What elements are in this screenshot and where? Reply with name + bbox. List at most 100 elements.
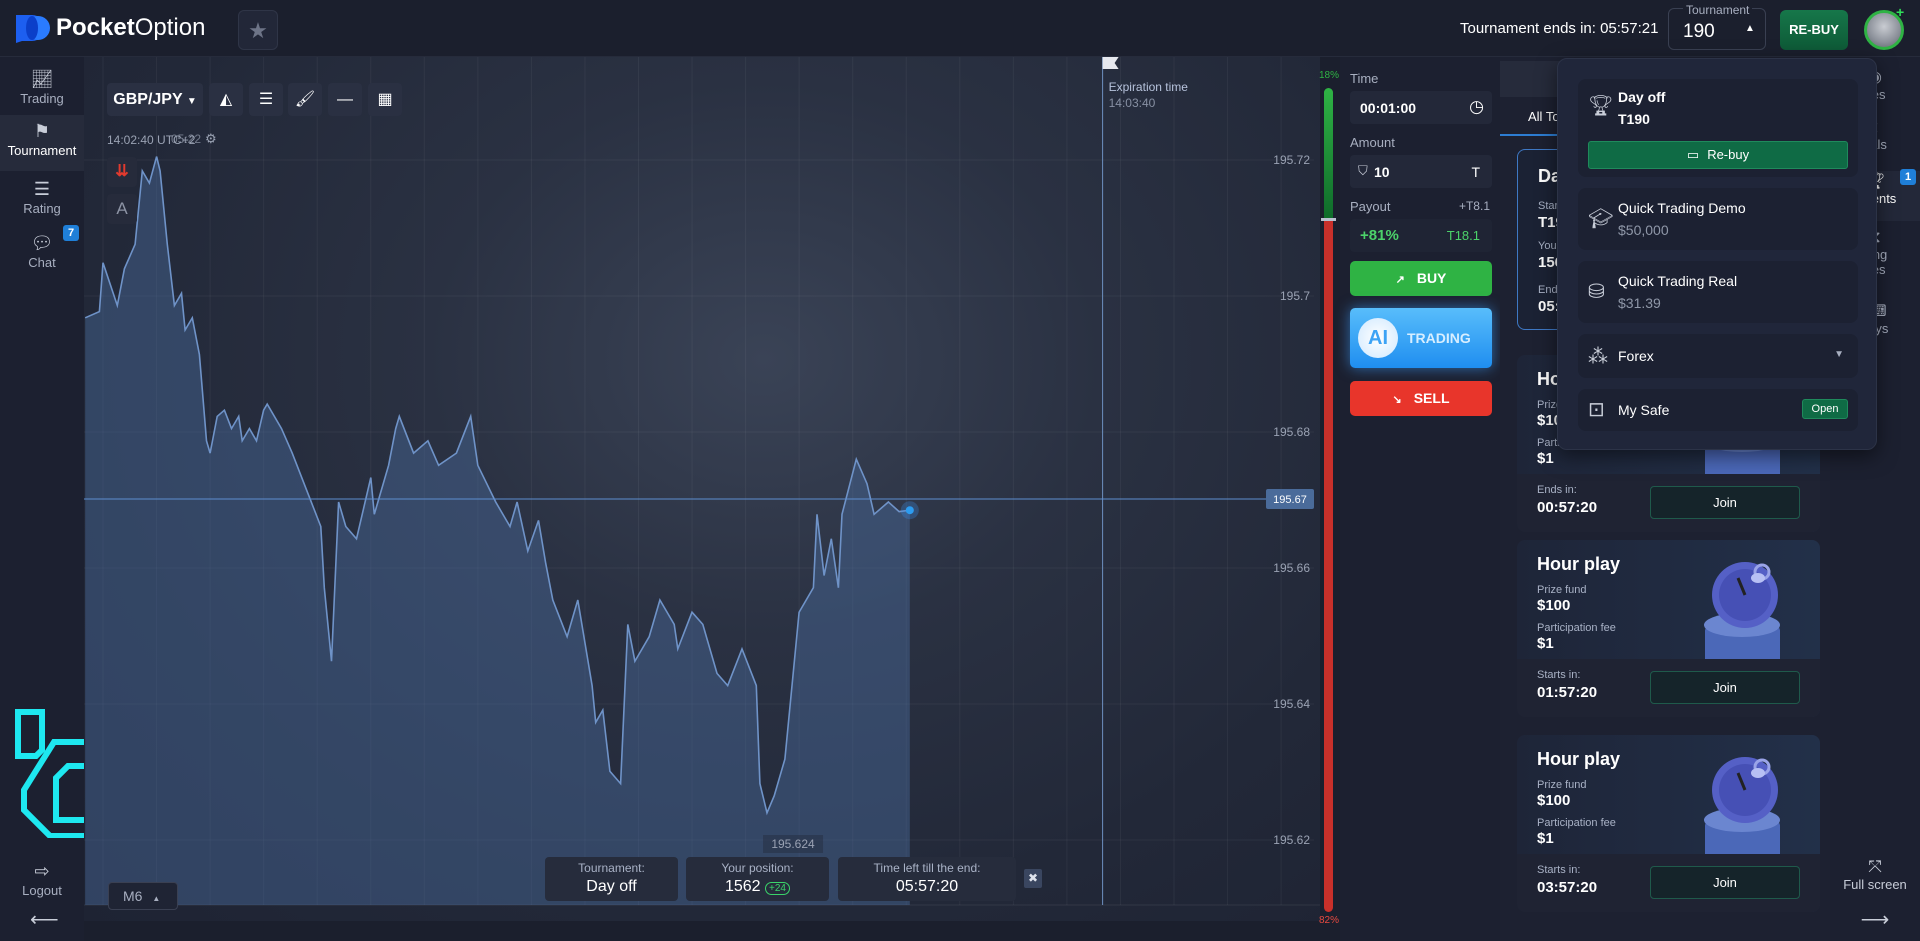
timeframe-label: M6 [123,888,143,904]
join-button[interactable]: Join [1650,866,1800,899]
layout-button[interactable]: ▦ [368,83,402,116]
ai-label: TRADING [1407,330,1471,346]
card-label: Prize fund [1537,779,1587,791]
chart-type-button[interactable]: ◭ [209,83,243,116]
chat-badge: 7 [63,225,79,241]
open-safe-button[interactable]: Open [1802,399,1848,419]
expiration-time: 14:03:40 [1109,96,1156,110]
trade-panel: Time 00:01:00 ◷ Amount ⛉ 10 T Payout +T8.1 … [1340,57,1500,941]
tab-all-tournaments[interactable]: All To [1528,109,1560,124]
indicators-button[interactable]: ☰ [249,83,283,116]
tournament-card[interactable]: Hour play Prize fund $100 Participation … [1517,735,1820,912]
card-value: 01:57:20 [1537,684,1598,701]
account-balance: $31.39 [1618,295,1661,311]
info-value: 05:57:20 [895,878,959,895]
auto-scale-button[interactable]: A [107,194,137,224]
time-value: 00:01:00 [1360,100,1417,116]
account-forex[interactable]: ⁂ Forex ▼ [1578,334,1858,378]
sidebar-item-label: Rating [23,201,61,216]
rebuy-button[interactable]: RE-BUY [1780,10,1848,50]
account-safe[interactable]: ⊡ My Safe Open [1578,389,1858,431]
sell-button[interactable]: ↘ SELL [1350,381,1492,416]
tournaments-badge: 1 [1900,169,1916,185]
sentiment-up-label: 18% [1319,70,1340,81]
logout-button[interactable]: ⇨ Logout [0,855,84,909]
sidebar-item-trading[interactable]: 📈︎ Trading [0,63,84,117]
sell-label: SELL [1413,390,1450,406]
fullscreen-label: Full screen [1843,877,1907,892]
account-dropdown: 🏆︎ Day off T190 ▭ Re-buy 🎓︎ Quick Trading… [1557,58,1877,450]
card-value: $1 [1537,830,1554,847]
card-value: $100 [1537,792,1571,809]
sentiment-bar-down [1324,218,1333,912]
wallet-icon: ▭ [1686,147,1700,162]
card-footer: Starts in: 03:57:20 Join [1517,854,1820,912]
pocketoption-logo[interactable]: Pocket Option [14,12,205,44]
account-demo[interactable]: 🎓︎ Quick Trading Demo $50,000 [1578,188,1858,250]
tournament-selector-value: 190 [1683,21,1715,42]
low-price-label: 195.624 [771,837,815,851]
close-info-button[interactable]: ✖ [1024,869,1042,888]
asset-selector[interactable]: GBP/JPY ▼ [107,83,203,116]
account-tournament[interactable]: 🏆︎ Day off T190 ▭ Re-buy [1578,79,1858,177]
sentiment-bar-up [1324,88,1333,219]
account-name: My Safe [1618,402,1670,418]
collapse-right-arrow-icon[interactable]: ⟶ [1830,907,1920,932]
checkered-flag-icon: ⚑ [33,121,51,141]
stopwatch-illustration [1704,757,1780,870]
card-value: $100 [1537,597,1571,614]
time-input[interactable]: 00:01:00 ◷ [1350,91,1492,124]
card-label: You [1538,240,1557,252]
sidebar-item-tournament[interactable]: ⚑ Tournament [0,115,84,171]
drawing-button[interactable]: 🖌︎ [288,83,322,116]
y-tick-label: 195.72 [1273,153,1310,167]
payout-percent: +81% [1360,227,1399,244]
account-name: Day off [1618,89,1666,105]
tournament-selector[interactable]: Tournament 190 ▲ [1668,3,1766,50]
graduation-cap-icon: 🎓︎ [1588,208,1614,230]
tournament-card[interactable]: Hour play Prize fund $100 Participation … [1517,540,1820,717]
card-value: $1 [1537,635,1554,652]
price-area [85,156,910,906]
sidebar-item-label: Tournament [7,143,77,158]
timeframe-selector[interactable]: M6 ▲ [108,882,178,910]
caret-up-icon: ▲ [152,894,161,903]
network-icon: ⁂ [1588,346,1608,368]
card-label: Starts in: [1537,669,1581,681]
account-real[interactable]: ⛁ Quick Trading Real $31.39 [1578,261,1858,323]
buy-button[interactable]: ↗ BUY [1350,261,1492,296]
amount-currency[interactable]: T [1471,164,1480,180]
card-label: Participation fee [1537,817,1616,829]
sidebar-item-chat[interactable]: 💬︎ Chat 7 [0,225,84,281]
amount-input[interactable]: ⛉ 10 T [1350,155,1492,188]
settings-gear-icon[interactable]: ⚙ [205,131,217,147]
time-left-info: Time left till the end: 05:57:20 [838,857,1016,901]
top-bar: Pocket Option ★ Tournament ends in: 05:57… [0,0,1920,57]
payout-value: T18.1 [1446,228,1480,243]
join-button[interactable]: Join [1650,671,1800,704]
ai-trading-button[interactable]: AI TRADING [1350,308,1492,368]
dash-icon: — [337,91,353,108]
join-button[interactable]: Join [1650,486,1800,519]
card-value: 00:57:20 [1537,499,1598,516]
fullscreen-button[interactable]: ⤧ Full screen [1830,857,1920,892]
sidebar-item-rating[interactable]: ☰ Rating [0,173,84,227]
favorite-button[interactable]: ★ [238,10,278,50]
chart-canvas[interactable]: 13:59 13:59:15 13:59:30 13:59:45 14:00 14:00:… [84,57,1320,921]
brand-bold: Pocket [56,14,135,41]
info-value: Day off [586,878,637,895]
account-name: Quick Trading Demo [1618,200,1746,216]
current-price-label: 195.67 [1273,494,1307,506]
price-chart[interactable]: 13:59 13:59:15 13:59:30 13:59:45 14:00 14:00:… [84,57,1320,921]
plus-icon: + [1896,4,1905,20]
collapse-left-arrow-icon[interactable]: ⟵ [30,907,59,932]
current-point [905,506,914,515]
y-tick-label: 195.66 [1273,561,1310,575]
clock-icon[interactable]: ◷ [1469,97,1484,117]
coins-stack-icon: ⛁ [1588,281,1605,303]
logo-mark-icon [16,15,50,43]
signal-toggle-button[interactable]: ⇊ [107,157,137,187]
card-value: $1 [1537,450,1554,467]
line-tool-button[interactable]: — [328,83,362,116]
rebuy-dropdown-button[interactable]: ▭ Re-buy [1588,141,1848,169]
